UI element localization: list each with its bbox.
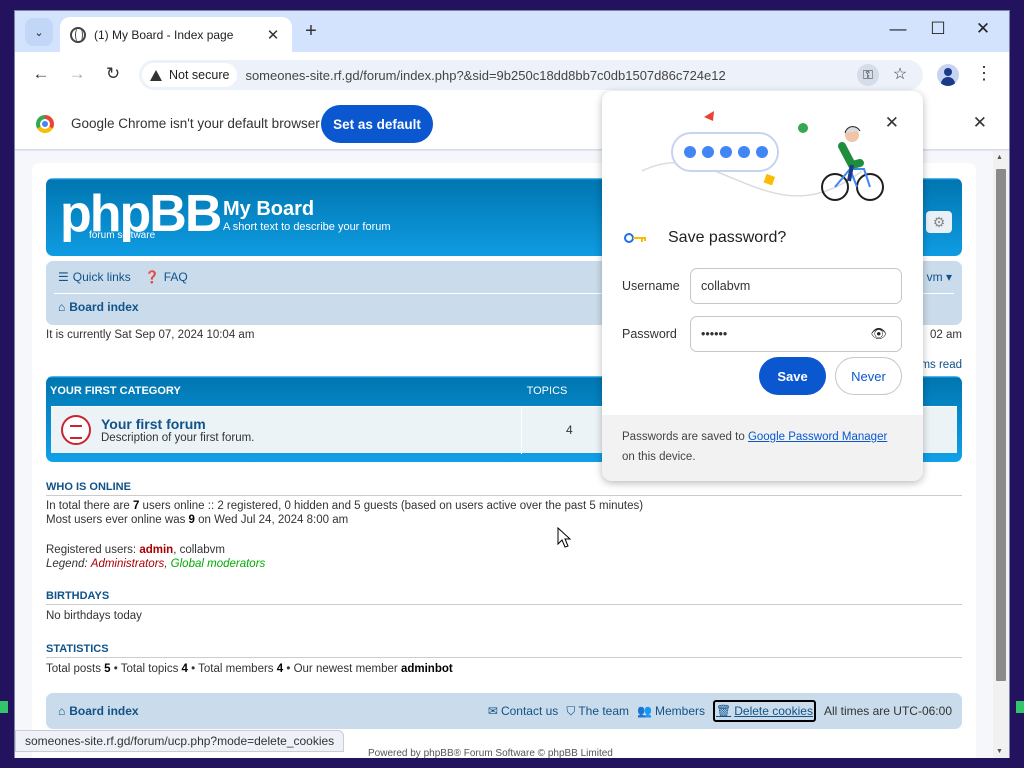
infobar-message: Google Chrome isn't your default browser	[71, 116, 320, 131]
legend-admins-link[interactable]: Administrators	[91, 558, 165, 570]
users-icon: 👥	[637, 704, 652, 718]
shield-icon: ⛉	[566, 703, 576, 718]
timezone-text: All times are UTC-06:00	[823, 704, 952, 718]
tab-title: (1) My Board - Index page	[94, 27, 234, 42]
menu-dots-icon[interactable]: ⋮	[975, 63, 993, 84]
url-text[interactable]: someones-site.rf.gd/forum/index.php?&sid…	[245, 68, 725, 83]
the-team-link[interactable]: ⛉ The team	[566, 704, 629, 719]
hamburger-icon: ☰	[58, 270, 69, 284]
page-scrollbar[interactable]: ▲ ▼	[993, 151, 1009, 758]
current-time: It is currently Sat Sep 07, 2024 10:04 a…	[46, 329, 255, 341]
forum-read-icon	[61, 415, 91, 445]
save-password-dialog: ✕ Save password? Username collabvm Passw…	[602, 91, 923, 481]
home-icon: ⌂	[58, 300, 66, 314]
trash-icon: 🗑	[716, 704, 732, 718]
members-link[interactable]: 👥 Members	[637, 704, 705, 718]
category-title[interactable]: YOUR FIRST CATEGORY	[50, 385, 507, 397]
password-manager-link[interactable]: Google Password Manager	[748, 431, 887, 443]
quick-links[interactable]: ☰ Quick links	[58, 270, 131, 284]
question-icon: ❓	[144, 270, 160, 284]
close-window-button[interactable]: ✕	[968, 19, 998, 39]
password-key-icon[interactable]: ⚿	[857, 64, 879, 86]
site-description: A short text to describe your forum	[223, 221, 391, 233]
close-dialog-icon[interactable]: ✕	[885, 113, 899, 133]
topics-count: 4	[566, 423, 573, 437]
forum-description: Description of your first forum.	[101, 432, 255, 444]
mark-forums-read-link[interactable]: ms read	[920, 359, 962, 371]
contact-us-link[interactable]: ✉ Contact us	[488, 704, 558, 718]
user-admin-link[interactable]: admin	[139, 544, 173, 556]
not-secure-chip[interactable]: Not secure	[142, 63, 238, 87]
who-is-online-heading[interactable]: WHO IS ONLINE	[46, 481, 962, 496]
forum-name-link[interactable]: Your first forum	[101, 416, 254, 432]
statistics-text: Total posts 5 • Total topics 4 • Total m…	[46, 663, 453, 675]
password-field[interactable]: •••••• 👁	[690, 316, 902, 352]
globe-icon	[70, 26, 86, 43]
scroll-thumb[interactable]	[996, 169, 1006, 681]
never-button[interactable]: Never	[835, 357, 902, 395]
minimize-button[interactable]: —	[883, 19, 913, 39]
delete-cookies-link[interactable]: 🗑 Delete cookies	[713, 700, 816, 722]
user-menu[interactable]: vm ▾	[927, 270, 952, 284]
forward-arrow-icon[interactable]: →	[65, 64, 89, 86]
set-as-default-button[interactable]: Set as default	[321, 105, 433, 143]
browser-window: ⌄ (1) My Board - Index page ✕ + — ☐ ✕ ← …	[14, 10, 1010, 758]
column-divider	[521, 406, 522, 454]
reload-icon[interactable]: ↻	[101, 64, 125, 86]
username-label: Username	[622, 279, 680, 293]
desktop-edge	[0, 701, 8, 713]
save-button[interactable]: Save	[759, 357, 826, 395]
registered-users: Registered users: admin, collabvm Legend…	[46, 544, 266, 570]
infobar-close-icon[interactable]: ✕	[973, 113, 987, 133]
profile-avatar-icon[interactable]	[937, 64, 959, 86]
legend-mods-link[interactable]: Global moderators	[171, 558, 266, 570]
site-title: My Board	[223, 198, 315, 220]
scroll-up-icon[interactable]: ▲	[996, 154, 1003, 161]
mouse-cursor-icon	[557, 527, 571, 548]
footer-board-index[interactable]: ⌂ Board index	[58, 704, 139, 718]
statistics-heading: STATISTICS	[46, 643, 962, 658]
not-secure-label: Not secure	[169, 68, 230, 82]
new-tab-button[interactable]: +	[299, 20, 323, 43]
tab-active[interactable]: (1) My Board - Index page ✕	[60, 17, 292, 52]
dialog-footer: Passwords are saved to Google Password M…	[602, 415, 923, 481]
dialog-title: Save password?	[624, 229, 786, 247]
chrome-logo-icon	[36, 115, 54, 133]
envelope-icon: ✉	[487, 704, 498, 718]
birthdays-text: No birthdays today	[46, 610, 142, 622]
password-label: Password	[622, 327, 677, 341]
home-icon: ⌂	[58, 704, 66, 718]
footer-navbar: ⌂ Board index ✉ Contact us ⛉ The team 👥 Memb…	[46, 693, 962, 729]
last-visit-time: 02 am	[930, 329, 962, 341]
desktop-edge-right	[1016, 701, 1024, 713]
powered-by: Powered by phpBB® Forum Software © phpBB…	[368, 748, 613, 758]
faq-link[interactable]: ❓ FAQ	[145, 270, 188, 284]
tab-close-icon[interactable]: ✕	[264, 26, 282, 44]
cyclist-illustration	[641, 111, 884, 201]
tab-search-chevron-icon[interactable]: ⌄	[25, 18, 53, 46]
topics-header: TOPICS	[526, 385, 568, 397]
online-stats: In total there are 7 users online :: 2 r…	[46, 500, 644, 526]
scroll-down-icon[interactable]: ▼	[996, 748, 1003, 755]
maximize-button[interactable]: ☐	[923, 19, 953, 39]
logo-subtitle: forum software	[89, 230, 156, 241]
search-settings-gear-icon[interactable]: ⚙	[926, 211, 952, 233]
status-bar-url: someones-site.rf.gd/forum/ucp.php?mode=d…	[15, 730, 345, 752]
birthdays-heading: BIRTHDAYS	[46, 590, 962, 605]
tab-strip: ⌄ (1) My Board - Index page ✕ + — ☐ ✕	[15, 11, 1009, 52]
back-arrow-icon[interactable]: ←	[29, 64, 53, 86]
key-icon	[624, 233, 646, 243]
address-bar[interactable]: Not secure someones-site.rf.gd/forum/ind…	[139, 60, 923, 90]
warning-icon	[150, 69, 162, 81]
show-password-eye-icon[interactable]: 👁	[870, 326, 887, 342]
bookmark-star-icon[interactable]: ☆	[889, 64, 911, 86]
username-field[interactable]: collabvm	[690, 268, 902, 304]
breadcrumb-board-index[interactable]: ⌂ Board index	[58, 300, 139, 314]
